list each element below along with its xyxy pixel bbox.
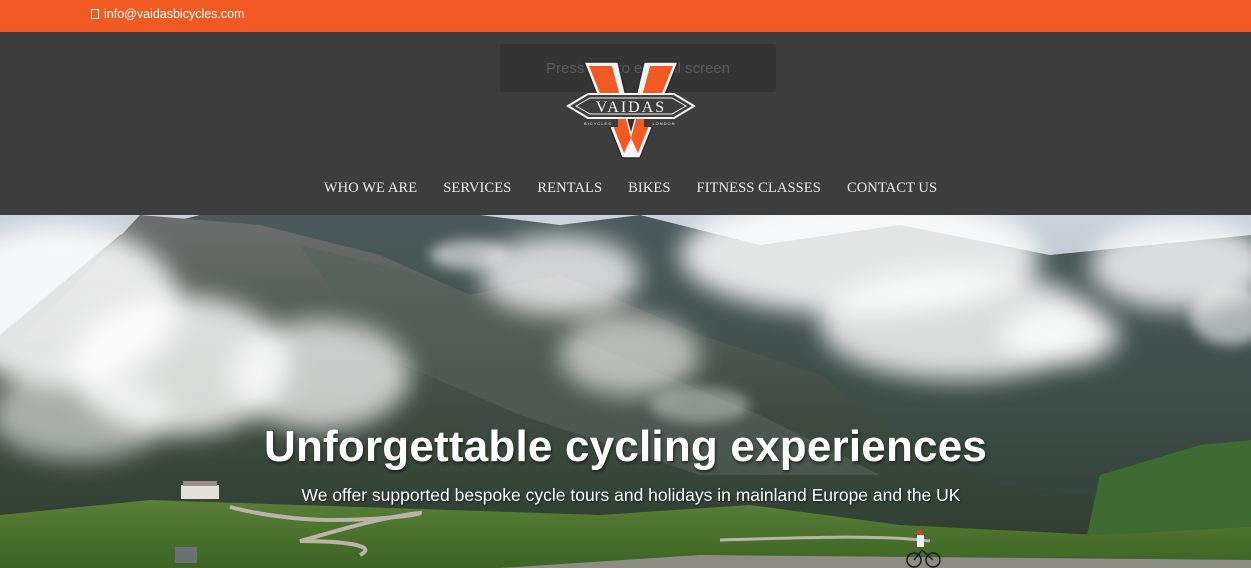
logo-left-word: BICYCLES (584, 121, 612, 126)
top-bar: info@vaidasbicycles.com (0, 0, 1251, 32)
site-header: Press F11 to exit full screen VAIDAS BIC… (0, 32, 1251, 215)
nav-item-services[interactable]: SERVICES (443, 180, 511, 200)
envelope-icon (91, 9, 99, 19)
main-navigation: WHO WE ARE SERVICES RENTALS BIKES FITNES… (0, 180, 1251, 200)
hero-title: Unforgettable cycling experiences (263, 422, 988, 471)
hero-banner: Unforgettable cycling experiences We off… (0, 215, 1251, 568)
logo-wordmark: VAIDAS (596, 99, 666, 116)
email-link[interactable]: info@vaidasbicycles.com (91, 7, 245, 21)
nav-item-fitness-classes[interactable]: FITNESS CLASSES (697, 180, 821, 200)
nav-item-contact-us[interactable]: CONTACT US (847, 180, 937, 200)
logo-right-word: LONDON (652, 121, 675, 126)
email-text: info@vaidasbicycles.com (104, 7, 245, 21)
nav-item-rentals[interactable]: RENTALS (537, 180, 602, 200)
nav-item-who-we-are[interactable]: WHO WE ARE (324, 180, 417, 200)
nav-item-bikes[interactable]: BIKES (628, 180, 670, 200)
site-logo[interactable]: VAIDAS BICYCLES LONDON (566, 60, 696, 160)
hero-subtitle: We offer supported bespoke cycle tours a… (301, 485, 961, 505)
vaidas-logo-icon: VAIDAS BICYCLES LONDON (566, 61, 696, 159)
mountain-landscape-image (0, 215, 1251, 568)
